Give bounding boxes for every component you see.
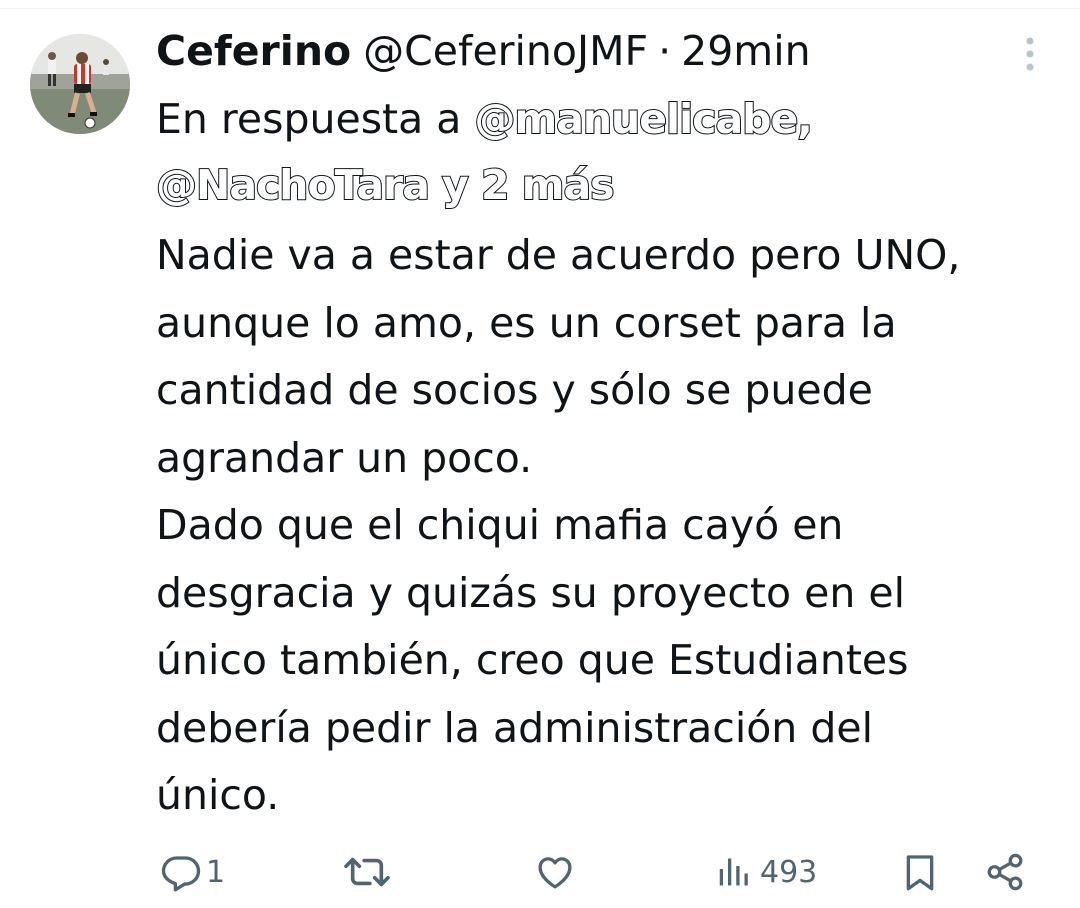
share-icon bbox=[987, 853, 1023, 891]
tweet-text: Nadie va a estar de acuerdo pero UNO, au… bbox=[156, 231, 961, 819]
top-divider bbox=[0, 8, 1080, 9]
views-bar-chart-icon bbox=[719, 858, 748, 886]
avatar[interactable] bbox=[30, 34, 130, 134]
bookmark-icon bbox=[906, 855, 934, 891]
reply-count: 1 bbox=[206, 854, 226, 890]
tweet-header: Ceferino @CeferinoJMF · 29min bbox=[156, 24, 811, 78]
views-button[interactable]: 493 bbox=[716, 846, 817, 898]
reply-icon bbox=[161, 856, 201, 892]
views-count: 493 bbox=[760, 854, 818, 890]
like-button[interactable] bbox=[534, 846, 580, 898]
reply-button[interactable]: 1 bbox=[160, 846, 225, 898]
reply-prefix: En respuesta a bbox=[156, 95, 462, 143]
user-handle[interactable]: @CeferinoJMF bbox=[363, 24, 648, 78]
share-button[interactable] bbox=[984, 846, 1026, 898]
display-name[interactable]: Ceferino bbox=[156, 24, 351, 78]
timestamp[interactable]: 29min bbox=[681, 24, 811, 78]
bookmark-button[interactable] bbox=[900, 846, 940, 898]
mention-link[interactable]: @NachoTara bbox=[155, 160, 431, 210]
retweet-icon bbox=[344, 857, 390, 887]
reply-more-link[interactable]: y 2 más bbox=[441, 160, 616, 210]
action-bar: 1 493 bbox=[0, 840, 1080, 904]
separator-dot: · bbox=[658, 27, 672, 75]
retweet-button[interactable] bbox=[344, 846, 394, 898]
more-vertical-icon bbox=[1026, 37, 1034, 71]
heart-icon bbox=[538, 857, 572, 889]
mention-link[interactable]: @manuelicabe, bbox=[473, 94, 813, 144]
avatar-photo bbox=[30, 34, 130, 134]
reply-context: En respuesta a @manuelicabe, @NachoTara … bbox=[155, 86, 1056, 218]
more-options-button[interactable] bbox=[1016, 34, 1044, 74]
